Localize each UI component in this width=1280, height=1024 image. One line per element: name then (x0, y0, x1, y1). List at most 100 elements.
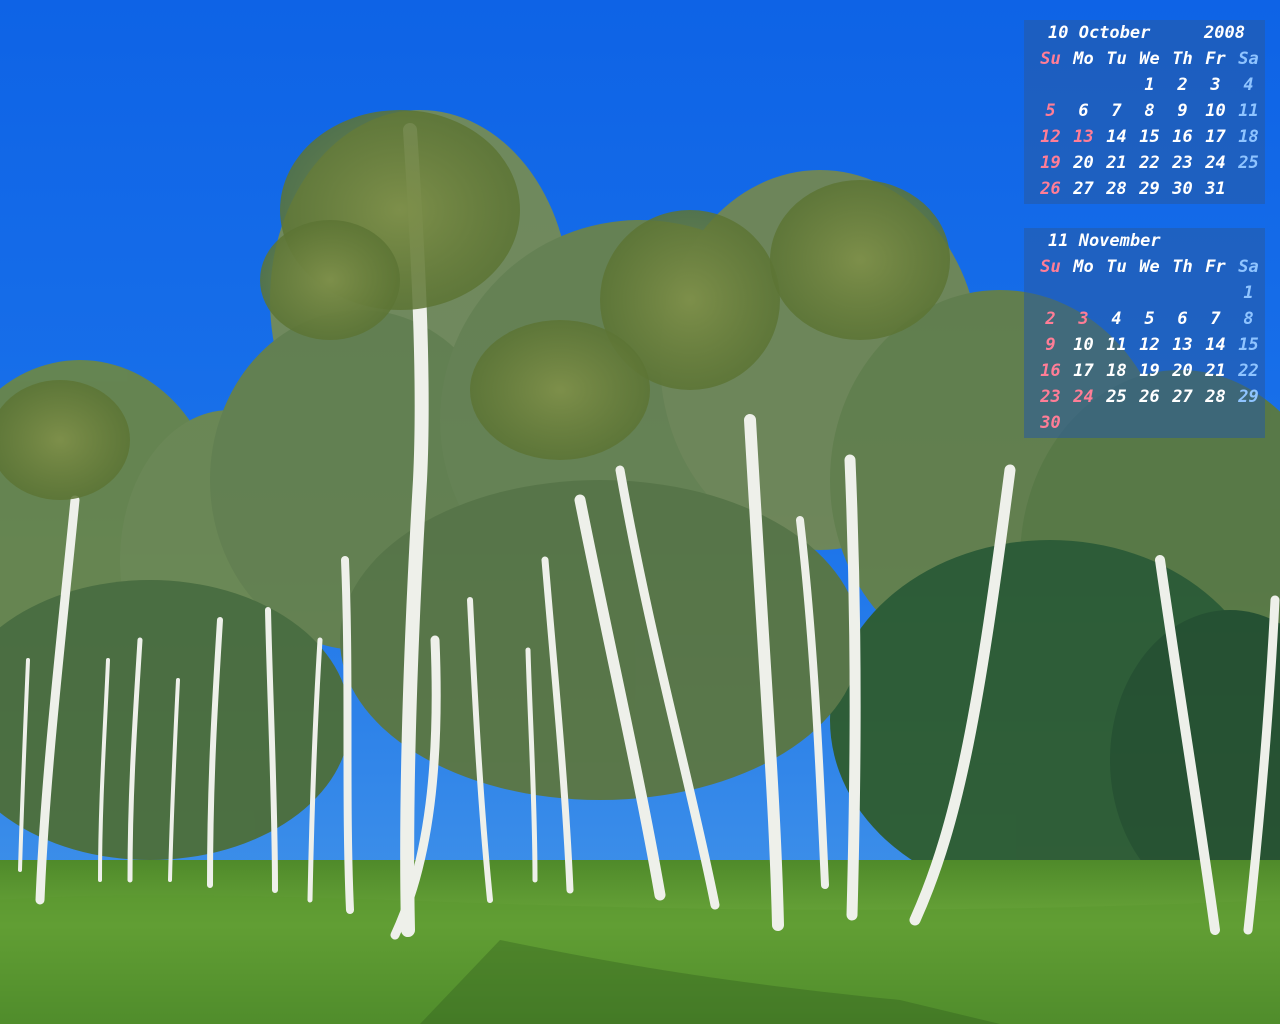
calendar-day (1067, 410, 1100, 436)
calendar-day: 3 (1210, 75, 1221, 95)
calendar-day (1232, 176, 1265, 202)
calendar-day: 13 (1073, 127, 1094, 147)
calendar-day: 19 (1040, 153, 1061, 173)
calendar-day: 23 (1040, 387, 1061, 407)
calendar-day: 18 (1106, 361, 1127, 381)
calendar-day: 12 (1139, 335, 1160, 355)
calendar-day: 30 (1172, 179, 1193, 199)
weekday-header: Fr (1205, 257, 1226, 277)
calendar-day: 4 (1111, 309, 1122, 329)
calendar-day: 16 (1040, 361, 1061, 381)
calendar-day: 22 (1238, 361, 1259, 381)
weekday-header: Tu (1106, 257, 1127, 277)
calendar-day: 28 (1205, 387, 1226, 407)
weekday-header: Tu (1106, 49, 1127, 69)
calendar-day: 11 (1106, 335, 1127, 355)
weekday-header: Su (1040, 257, 1061, 277)
calendar-day: 30 (1040, 413, 1061, 433)
calendar-day: 15 (1238, 335, 1259, 355)
calendar-day (1166, 280, 1199, 306)
calendar-day: 7 (1210, 309, 1221, 329)
calendar-day: 9 (1045, 335, 1056, 355)
calendar-day: 25 (1238, 153, 1259, 173)
calendar-day: 6 (1078, 101, 1089, 121)
calendar-october: 10 October 2008 Su Mo Tu We Th Fr Sa 1 2 3 4 5 6 7 8 9 1… (1024, 20, 1265, 204)
calendar-day-grid: Su Mo Tu We Th Fr Sa 1 2 3 4 5 6 7 8 9 10 11 12 13 14 15 16 17 1… (1034, 46, 1265, 202)
calendar-day: 17 (1073, 361, 1094, 381)
calendar-day: 23 (1172, 153, 1193, 173)
calendar-day: 15 (1139, 127, 1160, 147)
calendar-day: 16 (1172, 127, 1193, 147)
calendar-day: 25 (1106, 387, 1127, 407)
weekday-header: Sa (1238, 49, 1259, 69)
weekday-header: Mo (1073, 257, 1094, 277)
calendar-day: 14 (1106, 127, 1127, 147)
weekday-header: Su (1040, 49, 1061, 69)
calendar-day (1133, 410, 1166, 436)
calendar-day: 27 (1073, 179, 1094, 199)
calendar-day: 21 (1205, 361, 1226, 381)
calendar-day: 2 (1177, 75, 1188, 95)
weekday-header: We (1139, 257, 1160, 277)
calendar-day (1067, 280, 1100, 306)
calendar-day (1232, 410, 1265, 436)
calendar-day-grid: Su Mo Tu We Th Fr Sa 1 2 3 4 5 6 7 8 9 10 11 12 13 14 15 16 17 1… (1034, 254, 1265, 436)
calendar-day: 29 (1238, 387, 1259, 407)
calendar-day: 21 (1106, 153, 1127, 173)
calendar-day: 1 (1243, 283, 1254, 303)
calendar-year: 2008 (1204, 23, 1245, 43)
calendar-day: 26 (1040, 179, 1061, 199)
calendar-day: 19 (1139, 361, 1160, 381)
calendar-day: 6 (1177, 309, 1188, 329)
calendar-day (1100, 280, 1133, 306)
calendar-month-title: 11 November (1048, 231, 1161, 251)
calendar-day: 27 (1172, 387, 1193, 407)
calendar-day: 18 (1238, 127, 1259, 147)
calendar-day (1100, 72, 1133, 98)
calendar-day: 20 (1073, 153, 1094, 173)
weekday-header: Sa (1238, 257, 1259, 277)
calendar-day: 9 (1177, 101, 1188, 121)
calendar-day: 17 (1205, 127, 1226, 147)
calendar-day (1034, 72, 1067, 98)
calendar-day: 31 (1205, 179, 1226, 199)
weekday-header: We (1139, 49, 1160, 69)
calendar-day: 20 (1172, 361, 1193, 381)
calendar-day: 24 (1205, 153, 1226, 173)
calendar-day: 14 (1205, 335, 1226, 355)
weekday-header: Th (1172, 257, 1193, 277)
calendar-day: 8 (1144, 101, 1155, 121)
calendar-november: 11 November Su Mo Tu We Th Fr Sa 1 2 3 4 5 6 7 8 9 10 11 1… (1024, 228, 1265, 438)
calendar-day (1067, 72, 1100, 98)
calendar-day: 10 (1073, 335, 1094, 355)
calendar-day (1199, 410, 1232, 436)
calendar-day: 29 (1139, 179, 1160, 199)
calendar-day: 28 (1106, 179, 1127, 199)
calendar-month-title: 10 October (1048, 23, 1151, 43)
calendar-day: 1 (1144, 75, 1155, 95)
calendar-header: 11 November (1024, 228, 1265, 254)
weekday-header: Fr (1205, 49, 1226, 69)
calendar-day: 4 (1243, 75, 1254, 95)
weekday-header: Mo (1073, 49, 1094, 69)
calendar-day: 22 (1139, 153, 1160, 173)
calendar-day: 5 (1045, 101, 1056, 121)
weekday-header: Th (1172, 49, 1193, 69)
calendar-day (1166, 410, 1199, 436)
calendar-day: 2 (1045, 309, 1056, 329)
calendar-day: 7 (1111, 101, 1122, 121)
calendar-day: 11 (1238, 101, 1259, 121)
calendar-day: 26 (1139, 387, 1160, 407)
calendar-day (1133, 280, 1166, 306)
calendar-day: 3 (1078, 309, 1089, 329)
calendar-day (1199, 280, 1232, 306)
calendar-day: 12 (1040, 127, 1061, 147)
calendar-day: 8 (1243, 309, 1254, 329)
calendar-day: 5 (1144, 309, 1155, 329)
calendar-header: 10 October 2008 (1024, 20, 1265, 46)
calendar-day: 24 (1073, 387, 1094, 407)
calendar-day (1034, 280, 1067, 306)
calendar-day (1100, 410, 1133, 436)
calendar-day: 13 (1172, 335, 1193, 355)
calendar-day: 10 (1205, 101, 1226, 121)
